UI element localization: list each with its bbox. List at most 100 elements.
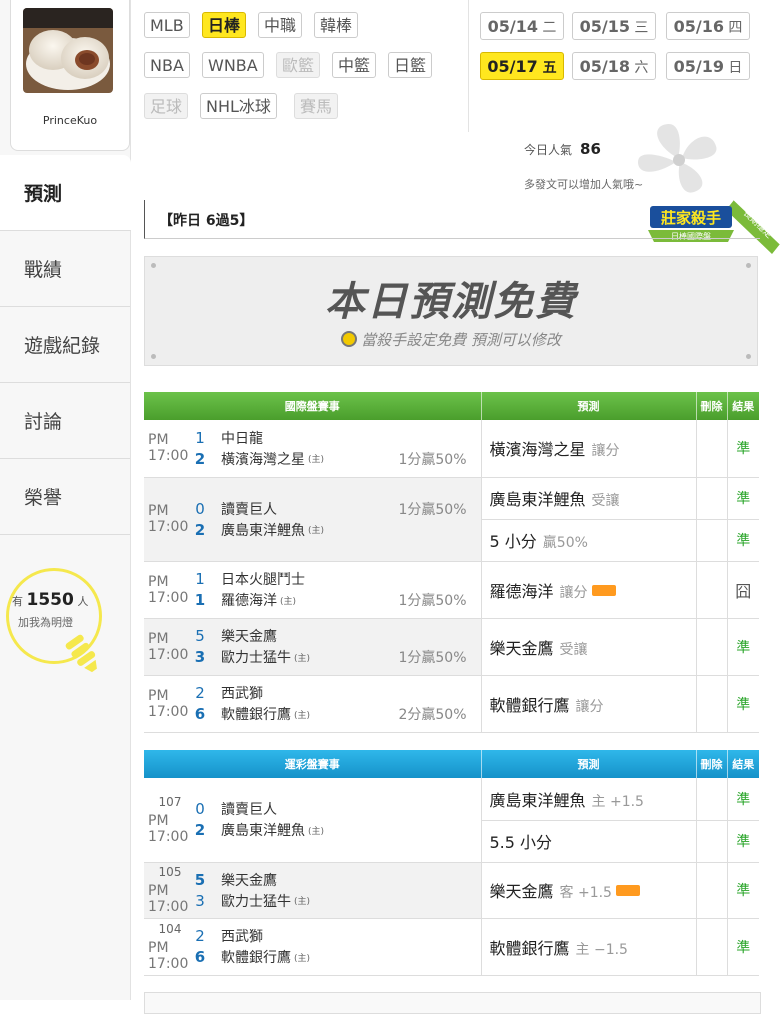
team-name[interactable]: 歐力士猛牛: [221, 891, 291, 911]
game-teams: 1 日本火腿鬥士 1 羅德海洋 (主) 1分贏50%: [192, 561, 482, 619]
team-name[interactable]: 讀賣巨人: [221, 499, 277, 519]
nav-item-honor[interactable]: 榮譽: [0, 459, 130, 535]
team-name[interactable]: 歐力士猛牛: [221, 647, 291, 667]
team-name[interactable]: 讀賣巨人: [221, 799, 277, 819]
game-time: PM 17:00: [144, 561, 192, 619]
date-0517[interactable]: 05/17 五: [480, 52, 564, 80]
game-teams: 5 樂天金鷹 3 歐力士猛牛 (主): [192, 862, 482, 919]
date-0514[interactable]: 05/14 二: [480, 12, 564, 40]
profile-card[interactable]: PrinceKuo: [10, 0, 130, 151]
sport-chip-euro-basketball[interactable]: 歐籃: [276, 52, 321, 78]
nav-item-predict[interactable]: 預測: [0, 155, 131, 231]
table-row: PM 17:00 2 西武獅 6 軟體銀行鷹 (主) 2分贏50% 軟體銀行鷹 讓分 準: [144, 675, 759, 733]
result: 準: [727, 918, 759, 976]
sport-chip-wnba[interactable]: WNBA: [202, 52, 264, 78]
delete-cell: [696, 918, 728, 976]
sport-chip-nba[interactable]: NBA: [144, 52, 190, 78]
avatar[interactable]: [23, 8, 113, 93]
team-name[interactable]: 橫濱海灣之星: [221, 449, 305, 469]
team-name[interactable]: 樂天金鷹: [221, 626, 277, 646]
team-name[interactable]: 西武獅: [221, 683, 263, 703]
team-name[interactable]: 羅德海洋: [221, 590, 277, 610]
delete-cell: [696, 477, 728, 520]
app: PrinceKuo 預測 戰績 遊戲紀錄 討論 榮譽 有 1550 人 加我為明…: [0, 0, 783, 1014]
next-section: [144, 992, 761, 1014]
delete-cell: [696, 778, 728, 821]
odds: 2分贏50%: [398, 707, 467, 723]
username[interactable]: PrinceKuo: [11, 114, 129, 127]
intl-header-res: 結果: [727, 392, 759, 420]
table-row: PM 17:00 1 中日龍 2 橫濱海灣之星 (主) 1分贏50% 橫濱海灣之星 讓分 …: [144, 420, 759, 478]
lottery-header-game: 運彩盤賽事: [144, 750, 482, 778]
lottery-header-res: 結果: [727, 750, 759, 778]
prediction: 軟體銀行鷹 讓分: [481, 675, 697, 733]
odds: 1分贏50%: [398, 451, 467, 468]
prediction: 5.5 小分: [481, 820, 697, 863]
result: 準: [727, 618, 759, 676]
header-divider: [468, 0, 469, 132]
sport-chip-kbo[interactable]: 韓棒: [314, 12, 359, 38]
team-name[interactable]: 廣島東洋鯉魚: [221, 820, 305, 840]
nav-item-discussion[interactable]: 討論: [0, 383, 130, 459]
game-teams: 2 西武獅 6 軟體銀行鷹 (主) 2分贏50%: [192, 675, 482, 733]
sport-chip-npb[interactable]: 日棒: [202, 12, 247, 38]
banner-subtitle: 當殺手設定免費 預測可以修改: [145, 329, 757, 350]
banner-title: 本日預測免費: [325, 279, 577, 325]
odds: 1分贏50%: [398, 501, 467, 518]
nav-item-game-log[interactable]: 遊戲紀錄: [0, 307, 130, 383]
team-name[interactable]: 樂天金鷹: [221, 870, 277, 890]
delete-cell: [696, 519, 728, 562]
sport-chip-cpbl[interactable]: 中職: [258, 12, 303, 38]
prediction: 樂天金鷹客 +1.5: [481, 862, 697, 919]
sidebar-nav: 預測 戰績 遊戲紀錄 討論 榮譽: [0, 155, 131, 535]
team-name[interactable]: 廣島東洋鯉魚: [221, 520, 305, 540]
game-time: PM 17:00: [144, 675, 192, 733]
delete-cell: [696, 561, 728, 619]
flower-decoration-icon: [638, 123, 717, 193]
game-time: 104 PM 17:00: [144, 918, 192, 976]
date-0515[interactable]: 05/15 三: [572, 12, 656, 40]
sport-chip-horse-racing[interactable]: 賽馬: [294, 93, 339, 119]
featured-tag-icon: [591, 584, 616, 596]
prediction: 5 小分 贏50%: [481, 519, 697, 562]
table-row: 104 PM 17:00 2 西武獅 6 軟體銀行鷹 (主) 軟體銀行鷹主 −1.5 準: [144, 918, 759, 976]
follow-lightbulb[interactable]: 有 1550 人 加我為明燈: [4, 568, 124, 688]
odds: 1分贏50%: [398, 593, 467, 609]
delete-cell: [696, 675, 728, 733]
sport-chip-china-basketball[interactable]: 中籃: [332, 52, 377, 78]
follow-label[interactable]: 加我為明燈: [18, 614, 73, 630]
lottery-header-del: 刪除: [696, 750, 728, 778]
delete-cell: [696, 820, 728, 863]
game-time: PM 17:00: [144, 618, 192, 676]
lightbulb-base-icon: [65, 634, 97, 673]
intl-picks-table: 國際盤賽事 預測 刪除 結果 PM 17:00 1 中日龍 2 橫濱海灣之星 (主) 1…: [144, 392, 759, 733]
nav-item-record[interactable]: 戰績: [0, 231, 130, 307]
sport-chip-mlb[interactable]: MLB: [144, 12, 190, 38]
prediction: 橫濱海灣之星 讓分: [481, 420, 697, 478]
team-name[interactable]: 日本火腿鬥士: [221, 569, 305, 589]
result: 囧: [727, 561, 759, 619]
team-name[interactable]: 西武獅: [221, 926, 263, 946]
team-name[interactable]: 中日龍: [221, 428, 263, 448]
yesterday-record: 【昨日 6過5】: [144, 200, 760, 239]
featured-tag-icon: [615, 885, 640, 896]
sport-chip-nhl[interactable]: NHL冰球: [200, 93, 277, 119]
date-0518[interactable]: 05/18 六: [572, 52, 656, 80]
sport-chip-japan-basketball[interactable]: 日籃: [388, 52, 433, 78]
sidebar: PrinceKuo 預測 戰績 遊戲紀錄 討論 榮譽 有 1550 人 加我為明…: [0, 0, 131, 1000]
prediction: 羅德海洋 讓分: [481, 561, 697, 619]
game-time: PM 17:00: [144, 420, 192, 478]
popularity: 今日人氣 86: [524, 140, 601, 158]
game-teams: 1 中日龍 2 橫濱海灣之星 (主) 1分贏50%: [192, 420, 482, 478]
smiley-icon: [341, 331, 358, 347]
prediction: 軟體銀行鷹主 −1.5: [481, 918, 697, 976]
team-name[interactable]: 軟體銀行鷹: [221, 947, 291, 967]
game-teams: 0 讀賣巨人 2 廣島東洋鯉魚 (主): [192, 778, 482, 863]
team-name[interactable]: 軟體銀行鷹: [221, 704, 291, 724]
table-row: PM 17:00 0 讀賣巨人 1分贏50% 2 廣島東洋鯉魚 (主) 廣島東洋鯉魚 受讓…: [144, 477, 759, 562]
date-0519[interactable]: 05/19 日: [666, 52, 750, 80]
date-0516[interactable]: 05/16 四: [666, 12, 750, 40]
result: 準: [727, 862, 759, 919]
table-row: 105 PM 17:00 5 樂天金鷹 3 歐力士猛牛 (主) 樂天金鷹客 +1.5 準: [144, 862, 759, 919]
sport-chip-soccer[interactable]: 足球: [144, 93, 189, 119]
